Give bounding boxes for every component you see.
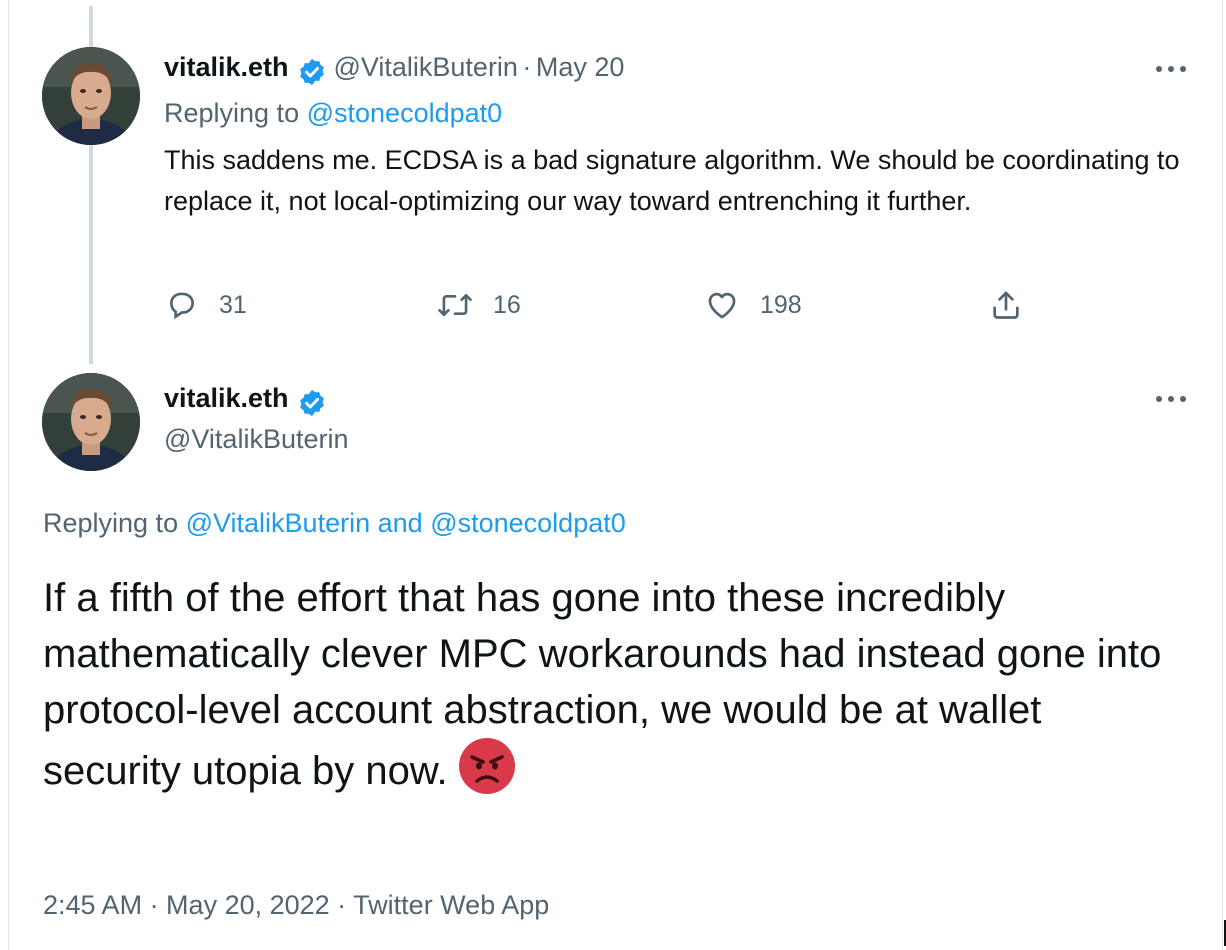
more-options-icon[interactable]: [1154, 64, 1188, 74]
reply-bubble-icon: [170, 292, 194, 320]
angry-face-emoji: [458, 738, 515, 794]
frame-border-right: [1222, 0, 1223, 950]
tweet1-header: vitalik.eth @VitalikButerin · May 20: [164, 52, 624, 87]
avatar[interactable]: [42, 47, 140, 145]
display-name[interactable]: vitalik.eth: [164, 52, 289, 82]
heart-icon: [708, 292, 736, 319]
reply-button[interactable]: 31: [165, 288, 247, 322]
replying-to-line: Replying to @stonecoldpat0: [164, 98, 502, 129]
reply-and-text[interactable]: and: [378, 508, 423, 538]
handle[interactable]: @VitalikButerin: [164, 424, 349, 455]
retweet-icon: [438, 293, 472, 317]
verified-badge-icon: [300, 58, 324, 85]
tweet2-name-row: vitalik.eth: [164, 383, 327, 418]
avatar[interactable]: [42, 373, 140, 471]
reply-count: 31: [219, 290, 247, 319]
share-button[interactable]: [989, 288, 1023, 322]
reply-mention-link[interactable]: @stonecoldpat0: [307, 98, 503, 128]
display-name[interactable]: vitalik.eth: [164, 383, 289, 413]
separator-dot: ·: [522, 52, 532, 82]
tweet-date[interactable]: May 20: [536, 52, 625, 82]
replying-to-line: Replying to @VitalikButerin and @stoneco…: [43, 508, 626, 539]
retweet-count: 16: [493, 290, 521, 319]
share-upload-icon: [993, 291, 1019, 319]
replying-prefix: Replying to: [43, 508, 179, 538]
frame-border-left: [8, 0, 9, 950]
reply-mention-link[interactable]: @VitalikButerin: [186, 508, 371, 538]
reply-mention-link[interactable]: @stonecoldpat0: [430, 508, 626, 538]
tweet-text: This saddens me. ECDSA is a bad signatur…: [164, 145, 1180, 216]
retweet-button[interactable]: 16: [437, 288, 521, 322]
tweet-timestamp[interactable]: 2:45 AM · May 20, 2022 · Twitter Web App: [43, 890, 549, 921]
verified-badge-icon: [300, 389, 324, 416]
like-count: 198: [760, 290, 802, 319]
like-button[interactable]: 198: [704, 288, 802, 322]
more-options-icon[interactable]: [1154, 394, 1188, 404]
tweet-text-container: If a fifth of the effort that has gone i…: [43, 570, 1163, 799]
replying-prefix: Replying to: [164, 98, 300, 128]
tweet-text: If a fifth of the effort that has gone i…: [43, 576, 1162, 793]
handle[interactable]: @VitalikButerin: [333, 52, 518, 82]
